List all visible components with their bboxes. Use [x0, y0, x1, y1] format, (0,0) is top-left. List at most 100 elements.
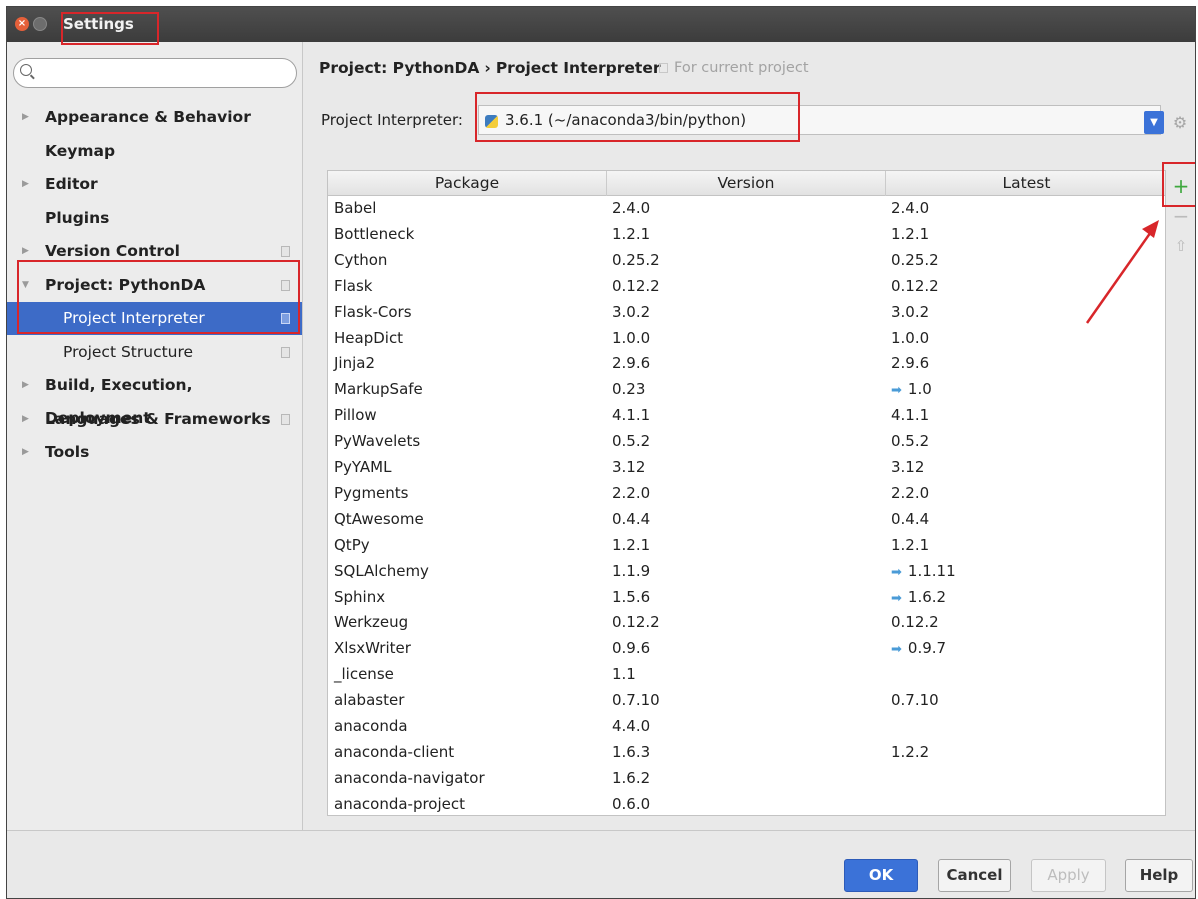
column-header-version[interactable]: Version [607, 171, 886, 196]
package-name: Werkzeug [334, 613, 408, 631]
table-row[interactable]: Pillow 4.1.1 4.1.1 [328, 404, 1165, 430]
sidebar-item-tools[interactable]: ▶ Tools [7, 436, 302, 469]
sidebar-item-project-structure[interactable]: Project Structure [7, 336, 302, 369]
sidebar-item-label: Keymap [45, 141, 116, 160]
sidebar-item-languages-frameworks[interactable]: ▶ Languages & Frameworks [7, 403, 302, 436]
sidebar: ▶ Appearance & Behavior Keymap ▶ Editor Plugi… [7, 42, 303, 830]
package-latest-text: 2.4.0 [891, 199, 930, 217]
package-name-text: Flask-Cors [334, 302, 412, 321]
sidebar-item-keymap[interactable]: Keymap [7, 135, 302, 168]
packages-table: Package Version Latest Babel 2.4.0 2.4.0 Bo… [327, 170, 1166, 816]
table-row[interactable]: XlsxWriter 0.9.6 ➡ 0.9.7 [328, 637, 1165, 663]
package-version: 0.5.2 [612, 432, 650, 450]
sidebar-item-build-execution-deployment[interactable]: ▶ Build, Execution, Deployment [7, 369, 302, 427]
table-row[interactable]: anaconda 4.4.0 [328, 715, 1165, 741]
close-icon[interactable]: × [15, 17, 29, 31]
table-row[interactable]: anaconda-navigator 1.6.2 [328, 767, 1165, 793]
package-version: 4.1.1 [612, 406, 650, 424]
package-version-text: 3.0.2 [612, 302, 651, 321]
scope-note-text: For current project [674, 60, 809, 76]
table-row[interactable]: PyYAML 3.12 3.12 [328, 456, 1165, 482]
package-name-text: PyWavelets [334, 432, 421, 451]
package-name: Bottleneck [334, 225, 414, 243]
package-version: 0.7.10 [612, 691, 660, 709]
package-version-text: 0.25.2 [612, 250, 660, 269]
package-name: PyYAML [334, 458, 391, 476]
update-available-icon: ➡ [891, 564, 902, 580]
gear-icon[interactable]: ⚙ [1170, 113, 1190, 133]
package-latest: 0.25.2 [891, 251, 939, 269]
table-row[interactable]: Flask-Cors 3.0.2 3.0.2 [328, 301, 1165, 327]
column-header-package[interactable]: Package [328, 171, 607, 196]
expand-right-icon[interactable]: ▶ [22, 101, 29, 134]
search-input[interactable] [13, 58, 297, 88]
package-name-text: Werkzeug [334, 613, 409, 632]
expand-right-icon[interactable]: ▶ [22, 168, 29, 201]
table-row[interactable]: Jinja2 2.9.6 2.9.6 [328, 352, 1165, 378]
column-header-latest[interactable]: Latest [886, 171, 1165, 196]
package-version-text: 0.9.6 [612, 639, 651, 658]
package-name: HeapDict [334, 329, 403, 347]
sidebar-item-label: Appearance & Behavior [45, 108, 251, 126]
help-button[interactable]: Help [1125, 859, 1193, 892]
expand-right-icon[interactable]: ▶ [22, 369, 29, 402]
package-version-text: 0.23 [612, 380, 646, 399]
package-latest-text: 0.7.10 [891, 691, 939, 710]
package-name-text: MarkupSafe [334, 380, 423, 399]
package-latest-text: 1.0 [907, 380, 932, 399]
package-version: 1.2.1 [612, 536, 650, 554]
table-row[interactable]: _license 1.1 [328, 663, 1165, 689]
table-row[interactable]: QtAwesome 0.4.4 0.4.4 [328, 508, 1165, 534]
table-row[interactable]: Sphinx 1.5.6 ➡ 1.6.2 [328, 586, 1165, 612]
package-version: 1.1.9 [612, 562, 650, 580]
package-name: alabaster [334, 691, 404, 709]
package-name: Pygments [334, 484, 409, 502]
table-row[interactable]: SQLAlchemy 1.1.9 ➡ 1.1.11 [328, 560, 1165, 586]
table-row[interactable]: Cython 0.25.2 0.25.2 [328, 249, 1165, 275]
table-row[interactable]: MarkupSafe 0.23 ➡ 1.0 [328, 378, 1165, 404]
table-row[interactable]: Babel 2.4.0 2.4.0 [328, 197, 1165, 223]
package-version: 2.2.0 [612, 484, 650, 502]
table-row[interactable]: Werkzeug 0.12.2 0.12.2 [328, 611, 1165, 637]
expand-right-icon[interactable]: ▶ [22, 436, 29, 469]
sidebar-item-editor[interactable]: ▶ Editor [7, 168, 302, 201]
minimize-icon[interactable] [33, 17, 47, 31]
expand-right-icon[interactable]: ▶ [22, 403, 29, 436]
package-latest: 0.12.2 [891, 613, 939, 631]
package-name-text: Flask [334, 276, 373, 295]
package-name-text: QtAwesome [334, 509, 424, 528]
interpreter-label: Project Interpreter: [321, 111, 463, 129]
upgrade-package-icon[interactable]: ⇧ [1169, 232, 1193, 260]
sidebar-item-label: Plugins [45, 208, 110, 227]
ok-button[interactable]: OK [844, 859, 918, 892]
table-row[interactable]: Flask 0.12.2 0.12.2 [328, 275, 1165, 301]
package-name-text: XlsxWriter [334, 639, 411, 658]
table-row[interactable]: QtPy 1.2.1 1.2.1 [328, 534, 1165, 560]
package-latest: 3.0.2 [891, 303, 929, 321]
project-scope-icon [281, 246, 290, 257]
apply-button[interactable]: Apply [1031, 859, 1106, 892]
chevron-down-icon[interactable]: ▼ [1144, 111, 1164, 134]
cancel-button[interactable]: Cancel [938, 859, 1011, 892]
table-row[interactable]: Bottleneck 1.2.1 1.2.1 [328, 223, 1165, 249]
package-name: anaconda [334, 717, 408, 735]
package-version: 1.2.1 [612, 225, 650, 243]
scope-note: For current project [659, 60, 809, 76]
table-row[interactable]: alabaster 0.7.10 0.7.10 [328, 689, 1165, 715]
breadcrumb-separator: › [484, 59, 491, 77]
table-row[interactable]: anaconda-project 0.6.0 [328, 793, 1165, 815]
package-version: 0.12.2 [612, 613, 660, 631]
package-version-text: 0.7.10 [612, 691, 660, 710]
table-row[interactable]: Pygments 2.2.0 2.2.0 [328, 482, 1165, 508]
package-name: SQLAlchemy [334, 562, 429, 580]
package-name-text: anaconda-project [334, 794, 466, 813]
breadcrumb: Project: PythonDA › Project Interpreter [319, 59, 660, 77]
package-version: 2.4.0 [612, 199, 650, 217]
sidebar-item-appearance-behavior[interactable]: ▶ Appearance & Behavior [7, 101, 302, 134]
table-row[interactable]: PyWavelets 0.5.2 0.5.2 [328, 430, 1165, 456]
table-row[interactable]: HeapDict 1.0.0 1.0.0 [328, 327, 1165, 353]
package-name: Flask-Cors [334, 303, 412, 321]
table-row[interactable]: anaconda-client 1.6.3 1.2.2 [328, 741, 1165, 767]
package-name: MarkupSafe [334, 380, 423, 398]
sidebar-item-plugins[interactable]: Plugins [7, 202, 302, 235]
